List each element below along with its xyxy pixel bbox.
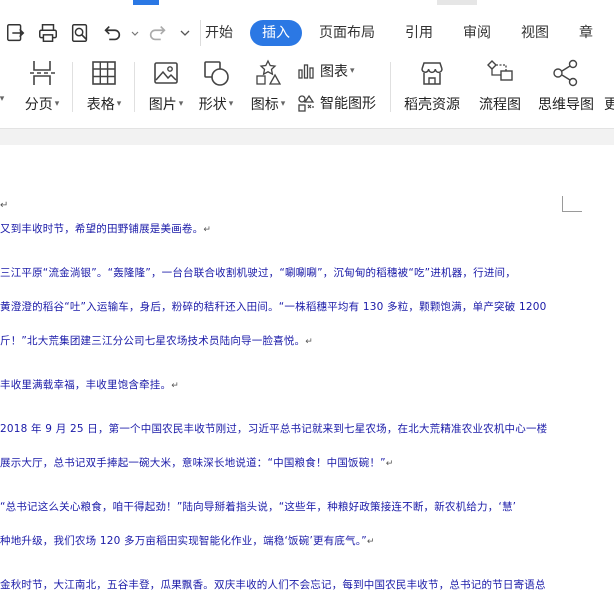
export-icon[interactable]: [0, 18, 32, 48]
page-break-button[interactable]: 分页 ▾: [20, 56, 64, 120]
tab-references[interactable]: 引用: [392, 20, 446, 46]
tab-review[interactable]: 审阅: [450, 20, 504, 46]
chart-button[interactable]: 图表 ▾: [296, 60, 355, 82]
resources-label: 稻壳资源: [404, 97, 460, 113]
smart-shape-button[interactable]: 智能图形: [296, 92, 376, 114]
undo-dropdown-icon[interactable]: [128, 18, 142, 48]
paragraph[interactable]: 又到丰收时节，希望的田野铺展是美画卷。↵: [0, 222, 211, 237]
mindmap-icon: [551, 56, 581, 90]
paragraph[interactable]: 金秋时节，大江南北，五谷丰登，瓜果飘香。双庆丰收的人们不会忘记，每到中国农民丰收…: [0, 578, 546, 592]
page-break-label: 分页: [24, 97, 53, 113]
shape-icon: [201, 56, 231, 90]
table-icon: [89, 56, 119, 90]
dropdown-caret-icon: ▾: [350, 66, 355, 76]
more-button[interactable]: 更: [604, 56, 614, 120]
flowchart-label: 流程图: [479, 97, 521, 113]
table-label: 表格: [86, 97, 115, 113]
tab-home[interactable]: 开始: [192, 20, 246, 46]
chart-icon: [298, 64, 314, 79]
page-break-icon: [27, 56, 57, 90]
insert-toolbar: ▾ 分页 ▾ 表格 ▾ 图片 ▾ 形状 ▾ 图标 ▾ 图表 ▾ 智能图形 稻壳资…: [0, 56, 614, 126]
picture-icon: [151, 56, 181, 90]
picture-button[interactable]: 图片 ▾: [144, 56, 188, 120]
paragraph-mark: ↵: [0, 200, 9, 211]
dropdown-caret-icon: ▾: [280, 99, 286, 109]
dropdown-caret-icon: ▾: [0, 94, 5, 104]
picture-label: 图片: [148, 97, 177, 113]
toolbar-separator: [72, 62, 73, 112]
tab-insert[interactable]: 插入: [250, 20, 302, 46]
toolbar-separator: [134, 62, 135, 112]
mindmap-label: 思维导图: [538, 97, 594, 113]
tab-view[interactable]: 视图: [508, 20, 562, 46]
undo-icon[interactable]: [96, 18, 128, 48]
inactive-doc-tab-edge: [437, 0, 477, 5]
more-label: 更: [604, 97, 614, 113]
tab-chapter[interactable]: 章: [566, 20, 606, 46]
document-gutter: [0, 128, 614, 145]
cut-off-tool[interactable]: ▾: [0, 56, 6, 120]
paragraph[interactable]: 三江平原“流金淌银”。“轰隆隆”，一台台联合收割机驶过，“唰唰唰”，沉甸甸的稻穗…: [0, 266, 516, 280]
chart-label: 图表: [320, 64, 348, 80]
mindmap-button[interactable]: 思维导图: [534, 56, 598, 120]
active-doc-tab-edge: [133, 0, 159, 5]
icon-label: 图标: [250, 97, 279, 113]
store-icon: [417, 56, 447, 90]
paragraph[interactable]: 黄澄澄的稻谷“吐”入运输车，身后，粉碎的秸秆还入田间。“一株稻穗平均有 130 …: [0, 300, 547, 314]
page-margin-marker: [562, 196, 582, 212]
document-page[interactable]: ↵ 又到丰收时节，希望的田野铺展是美画卷。↵ 三江平原“流金淌银”。“轰隆隆”，…: [0, 145, 614, 609]
paragraph[interactable]: 斤！”北大荒集团建三江分公司七星农场技术员陆向导一脸喜悦。↵: [0, 334, 313, 349]
print-preview-icon[interactable]: [64, 18, 96, 48]
resources-button[interactable]: 稻壳资源: [400, 56, 464, 120]
paragraph[interactable]: 展示大厅，总书记双手捧起一碗大米，意味深长地说道：“中国粮食！中国饭碗！”↵: [0, 456, 394, 471]
paragraph[interactable]: 2018 年 9 月 25 日，第一个中国农民丰收节刚过，习近平总书记就来到七星…: [0, 422, 547, 436]
shape-label: 形状: [198, 97, 227, 113]
shape-button[interactable]: 形状 ▾: [194, 56, 238, 120]
ribbon: 开始 插入 页面布局 引用 审阅 视图 章 ▾ 分页 ▾ 表格 ▾ 图片 ▾ 形…: [0, 0, 614, 128]
paragraph[interactable]: “总书记这么关心粮食，咱干得起劲！”陆向导掰着指头说，“这些年，种粮好政策接连不…: [0, 500, 516, 514]
dropdown-caret-icon: ▾: [178, 99, 184, 109]
dropdown-caret-icon: ▾: [116, 99, 122, 109]
flowchart-icon: [485, 56, 515, 90]
paragraph[interactable]: 丰收里满载幸福，丰收里饱含牵挂。↵: [0, 378, 179, 393]
smart-shape-label: 智能图形: [320, 96, 376, 112]
dropdown-caret-icon: ▾: [228, 99, 234, 109]
toolbar-separator: [390, 62, 391, 112]
flowchart-button[interactable]: 流程图: [474, 56, 526, 120]
icon-library-icon: [253, 56, 283, 90]
icon-button[interactable]: 图标 ▾: [246, 56, 290, 120]
redo-icon[interactable]: [142, 18, 174, 48]
print-icon[interactable]: [32, 18, 64, 48]
smart-shape-icon: [298, 94, 315, 112]
table-button[interactable]: 表格 ▾: [82, 56, 126, 120]
paragraph[interactable]: 种地升级，我们农场 120 多万亩稻田实现智能化作业，端稳‘饭碗’更有底气。”↵: [0, 534, 375, 549]
tab-page-layout[interactable]: 页面布局: [306, 20, 388, 46]
ribbon-tabs: 开始 插入 页面布局 引用 审阅 视图 章: [192, 18, 610, 48]
dropdown-caret-icon: ▾: [54, 99, 60, 109]
quick-access-toolbar: [0, 18, 209, 48]
